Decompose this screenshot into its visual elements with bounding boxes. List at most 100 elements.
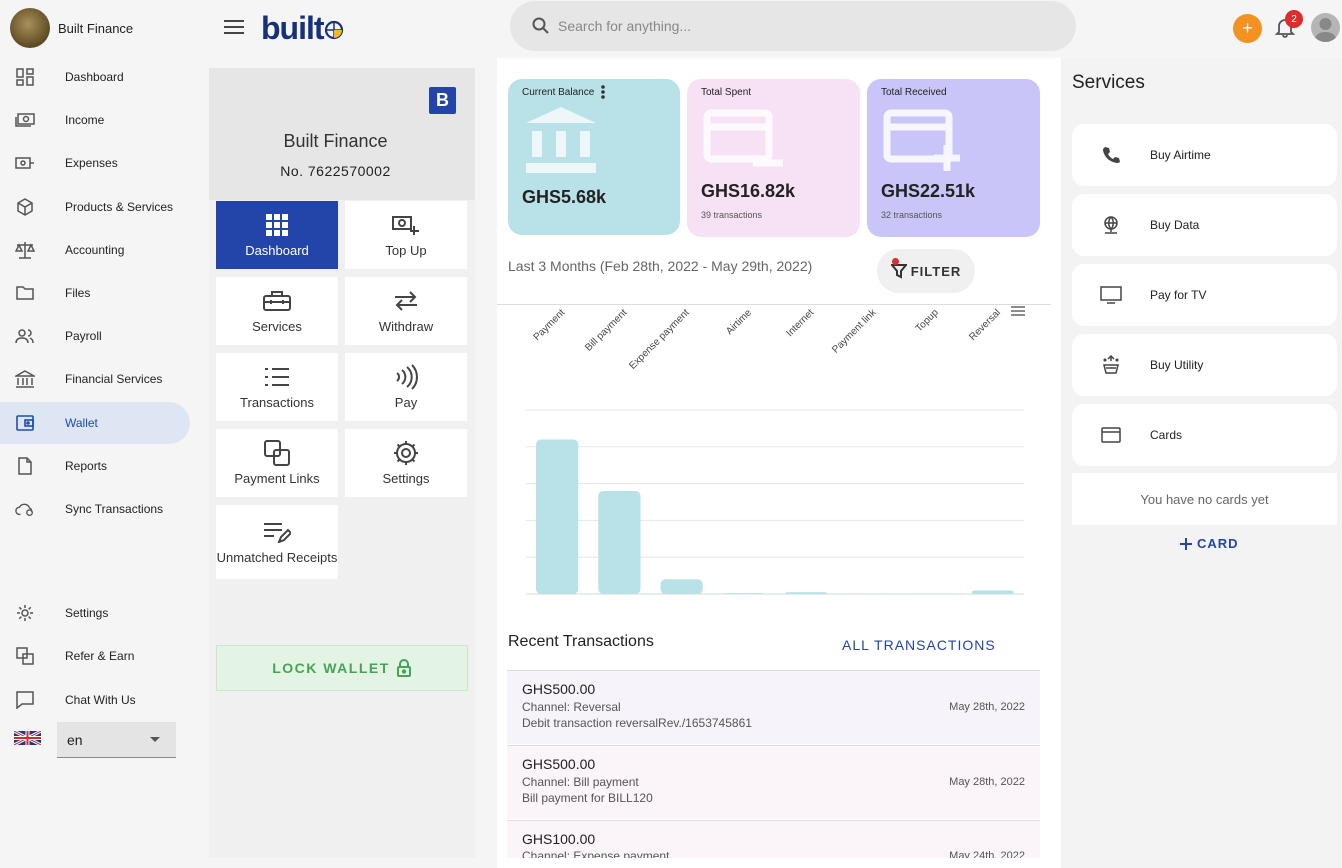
service-label: Cards [1150,428,1183,442]
service-pay-for-tv[interactable]: Pay for TV [1072,264,1337,326]
sidebar-item-settings[interactable]: Settings [0,592,190,634]
built-logo[interactable]: built [261,10,344,47]
utility-icon [1100,354,1122,376]
add-card-button[interactable]: CARD [1179,536,1239,551]
sidebar-item-wallet[interactable]: Wallet [0,402,190,444]
contactless-icon [391,364,421,390]
tile-unmatched-receipts[interactable]: Unmatched Receipts [216,505,338,579]
lock-wallet-button[interactable]: LOCK WALLET [216,645,468,691]
service-buy-utility[interactable]: Buy Utility [1072,334,1337,396]
total-spent-card: Total Spent GHS16.82k 39 transactions [687,79,860,237]
sidebar-item-label: Sync Transactions [65,502,164,516]
tile-top-up[interactable]: Top Up [345,201,467,269]
transactions-bar-chart: Payment Bill paymentExpense payment Airtim… [526,306,1025,595]
sidebar-item-label: Wallet [65,416,98,430]
bank-icon [15,369,35,389]
sidebar-item-products[interactable]: Products & Services [0,186,190,228]
transaction-row[interactable]: GHS500.00 Channel: Reversal Debit transa… [507,670,1040,744]
sidebar: Built Finance Dashboard Income Expenses … [0,0,200,868]
tile-settings[interactable]: Settings [345,429,467,497]
sidebar-item-label: Files [65,286,91,300]
stat-value: GHS5.68k [522,187,607,207]
menu-icon[interactable] [224,17,244,37]
sidebar-item-chat[interactable]: Chat With Us [0,679,190,721]
chart-bar[interactable] [909,593,952,595]
chart-bar[interactable] [660,579,703,594]
refer-icon [15,646,35,666]
sidebar-item-accounting[interactable]: Accounting [0,229,190,271]
transaction-row[interactable]: GHS500.00 Channel: Bill payment Bill pay… [507,745,1040,819]
chart-bar[interactable] [722,593,765,594]
chart-bar[interactable] [785,592,828,594]
stat-label: Total Spent [701,87,752,98]
uk-flag-icon [14,731,41,745]
stat-value: GHS22.51k [881,181,976,201]
tile-label: Transactions [240,395,314,410]
search-input[interactable]: Search for anything... [510,1,1076,51]
tile-pay[interactable]: Pay [345,353,467,421]
chat-icon [15,690,35,710]
cloud-sync-icon [15,499,35,519]
sidebar-item-financial-services[interactable]: Financial Services [0,358,190,400]
chart-category-label: Internet [784,307,816,339]
transaction-date: May 28th, 2022 [949,776,1025,788]
dashboard-icon [15,67,35,87]
chart-bar[interactable] [971,590,1014,594]
document-icon [15,456,35,476]
sidebar-item-dashboard[interactable]: Dashboard [0,56,190,98]
bank-icon [526,107,596,173]
service-label: Buy Airtime [1150,148,1211,162]
brand[interactable]: Built Finance [10,8,133,48]
card-minus-icon [703,109,783,167]
folder-icon [15,283,35,303]
list-icon [262,364,292,390]
globe-icon [1100,214,1122,236]
search-placeholder: Search for anything... [558,18,692,34]
sidebar-item-sync[interactable]: Sync Transactions [0,488,190,530]
add-button[interactable]: + [1233,14,1262,43]
chart-menu-icon[interactable] [1011,306,1025,316]
service-label: Buy Data [1150,218,1200,232]
tile-services[interactable]: Services [216,277,338,345]
sidebar-item-label: Settings [65,606,109,620]
service-cards[interactable]: Cards [1072,404,1337,466]
service-buy-airtime[interactable]: Buy Airtime [1072,124,1337,186]
avatar[interactable] [1311,13,1340,42]
language-select[interactable]: en [57,722,176,758]
people-icon [15,326,35,346]
search-icon [532,17,549,34]
income-icon [15,110,35,130]
sidebar-item-payroll[interactable]: Payroll [0,315,190,357]
service-buy-data[interactable]: Buy Data [1072,194,1337,256]
notification-badge: 2 [1285,10,1303,28]
filter-button[interactable]: FILTER [877,249,975,293]
sidebar-item-reports[interactable]: Reports [0,445,190,487]
language-value: en [67,731,83,748]
tile-dashboard[interactable]: Dashboard [216,201,338,269]
stat-label: Total Received [881,87,947,98]
swap-arrows-icon [391,288,421,314]
all-transactions-link[interactable]: ALL TRANSACTIONS [842,637,996,653]
sidebar-item-label: Income [65,113,105,127]
transaction-row[interactable]: GHS100.00 Channel: Expense payment May 2… [507,820,1040,858]
chart-category-label: Expense payment [627,307,692,372]
tile-transactions[interactable]: Transactions [216,353,338,421]
toolbox-icon [262,288,292,314]
card-plus-icon [883,109,960,171]
tile-payment-links[interactable]: Payment Links [216,429,338,497]
expenses-icon [15,153,35,173]
chart-bar[interactable] [598,490,641,594]
tile-withdraw[interactable]: Withdraw [345,277,467,345]
sidebar-item-income[interactable]: Income [0,99,190,141]
more-vert-icon[interactable] [600,84,606,100]
scale-icon [15,240,35,260]
chart-bar[interactable] [536,439,579,594]
topup-icon [391,212,421,238]
wallet-number: No. 7622570002 [280,163,391,179]
tile-label: Dashboard [245,243,309,258]
sidebar-item-files[interactable]: Files [0,272,190,314]
sidebar-item-expenses[interactable]: Expenses [0,142,190,184]
sidebar-item-label: Payroll [65,329,102,343]
chart-bar[interactable] [847,594,890,595]
sidebar-item-refer[interactable]: Refer & Earn [0,635,190,677]
